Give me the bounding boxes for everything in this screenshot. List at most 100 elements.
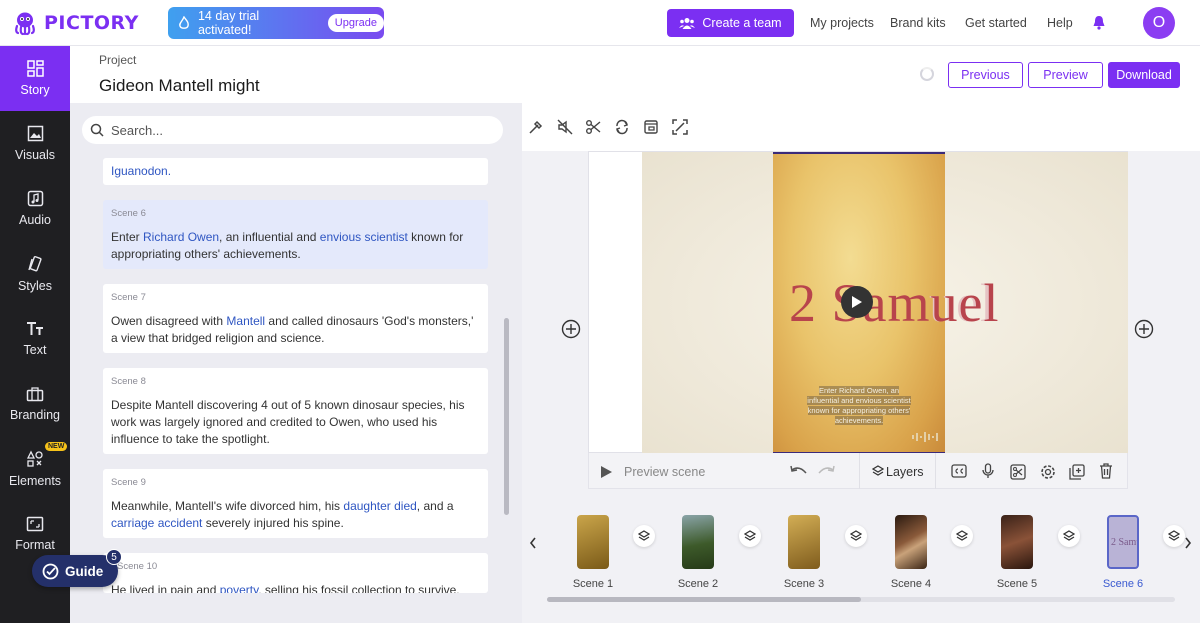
overlay-title[interactable]: 2 Samuel — [789, 272, 999, 334]
highlighted-keyword[interactable]: Iguanodon. — [111, 164, 171, 178]
upgrade-button[interactable]: Upgrade — [327, 14, 384, 32]
story-scrollbar[interactable] — [504, 318, 509, 515]
search-input[interactable]: Search... — [111, 123, 163, 138]
sidebar-label-styles: Styles — [17, 278, 53, 293]
sidebar-item-branding[interactable]: Branding — [0, 371, 70, 436]
scene-layers-button[interactable] — [1163, 525, 1185, 547]
chevron-left-icon[interactable] — [529, 537, 537, 549]
scene-card-8[interactable]: Scene 8 Despite Mantell discovering 4 ou… — [103, 368, 488, 454]
nav-brand-kits[interactable]: Brand kits — [890, 16, 946, 30]
highlighted-keyword[interactable]: Richard Owen — [143, 230, 219, 244]
music-icon — [27, 190, 43, 207]
sidebar-item-audio[interactable]: Audio — [0, 176, 70, 241]
scene-thumbnail-label: Scene 2 — [677, 578, 719, 590]
image-icon — [27, 125, 43, 142]
logo-text: PICTORY — [44, 12, 139, 34]
sidebar-item-story[interactable]: Story — [0, 46, 70, 111]
timeline-scroll-thumb[interactable] — [547, 597, 861, 602]
scene-layers-button[interactable] — [1058, 525, 1080, 547]
sidebar-item-styles[interactable]: Styles — [0, 241, 70, 306]
caption-line: achievements. — [801, 416, 917, 426]
trim-icon[interactable] — [1010, 464, 1026, 480]
download-button[interactable]: Download — [1108, 62, 1180, 88]
scene-thumbnail-5[interactable] — [1001, 515, 1033, 569]
nav-my-projects[interactable]: My projects — [810, 16, 874, 30]
scene-thumbnail-label: Scene 3 — [783, 578, 825, 590]
layers-icon — [956, 530, 968, 541]
highlighted-keyword[interactable]: daughter died — [343, 499, 416, 513]
scene-card-10[interactable]: Scene 10 He lived in pain and poverty, s… — [103, 553, 488, 593]
preview-scene-label[interactable]: Preview scene — [624, 465, 705, 479]
magic-wand-icon[interactable] — [528, 119, 544, 135]
project-title[interactable]: Gideon Mantell might — [99, 76, 260, 96]
divider — [859, 453, 860, 489]
preview-canvas[interactable]: uel 2 Samuel Enter Richard Owen, an infl… — [588, 151, 1128, 454]
preview-button[interactable]: Preview — [1028, 62, 1103, 88]
scene-layers-button[interactable] — [739, 525, 761, 547]
duplicate-icon[interactable] — [643, 119, 659, 135]
mute-icon[interactable] — [557, 119, 573, 135]
scene-card-5[interactable]: Iguanodon. — [103, 158, 488, 185]
nav-help[interactable]: Help — [1047, 16, 1073, 30]
scene-text: Iguanodon. — [111, 163, 481, 180]
scene-layers-button[interactable] — [633, 525, 655, 547]
scene-thumbnail-4[interactable] — [895, 515, 927, 569]
user-avatar[interactable]: O — [1143, 7, 1175, 39]
sidebar-item-text[interactable]: Text — [0, 306, 70, 371]
sidebar-label-story: Story — [20, 83, 50, 97]
chevron-right-icon[interactable] — [1184, 537, 1192, 549]
swap-icon[interactable] — [614, 119, 630, 135]
scene-thumbnail-1[interactable] — [577, 515, 609, 569]
sidebar: Story Visuals Audio Styles Text Branding… — [0, 46, 70, 623]
previous-button[interactable]: Previous — [948, 62, 1023, 88]
highlighted-keyword[interactable]: poverty — [220, 583, 258, 593]
trash-icon[interactable] — [1099, 463, 1113, 479]
caption-text: influential and envious scientist — [807, 396, 911, 405]
play-scene-icon[interactable] — [600, 465, 613, 479]
add-scene-before-icon[interactable] — [561, 319, 581, 339]
caption-line: Enter Richard Owen, an — [801, 386, 917, 396]
sidebar-item-elements[interactable]: NEW Elements — [0, 436, 70, 501]
sidebar-item-visuals[interactable]: Visuals — [0, 111, 70, 176]
scene-thumbnail-2[interactable] — [682, 515, 714, 569]
caption-text: achievements. — [834, 416, 884, 425]
highlighted-keyword[interactable]: Mantell — [226, 314, 265, 328]
scissors-icon[interactable] — [585, 119, 601, 135]
scene-layers-button[interactable] — [951, 525, 973, 547]
scene-card-9[interactable]: Scene 9 Meanwhile, Mantell's wife divorc… — [103, 469, 488, 538]
play-button[interactable] — [841, 286, 873, 318]
layers-icon — [1168, 530, 1180, 541]
scene-text: Owen disagreed with Mantell and called d… — [111, 313, 481, 347]
redo-icon[interactable] — [817, 465, 835, 477]
scene-card-7[interactable]: Scene 7 Owen disagreed with Mantell and … — [103, 284, 488, 353]
highlighted-keyword[interactable]: carriage accident — [111, 516, 202, 530]
scene-text-segment: Owen disagreed with — [111, 314, 227, 328]
fullscreen-icon[interactable] — [672, 119, 688, 135]
sidebar-label-audio: Audio — [19, 213, 51, 227]
play-icon — [852, 296, 862, 308]
bell-icon[interactable] — [1092, 15, 1106, 30]
subtitle-caption[interactable]: Enter Richard Owen, an influential and e… — [801, 386, 917, 426]
styles-icon — [28, 255, 42, 271]
preview-controls: Preview scene Layers — [588, 453, 1128, 489]
settings-icon[interactable] — [1040, 464, 1056, 480]
scene-card-6[interactable]: Scene 6 Enter Richard Owen, an influenti… — [103, 200, 488, 269]
scene-thumbnail-6[interactable]: 2 Samuel — [1107, 515, 1139, 569]
undo-icon[interactable] — [790, 465, 808, 477]
scene-thumbnail-label: Scene 4 — [890, 578, 932, 590]
add-scene-after-icon[interactable] — [1134, 319, 1154, 339]
create-team-button[interactable]: Create a team — [667, 9, 794, 37]
scene-layers-button[interactable] — [845, 525, 867, 547]
flame-icon — [179, 16, 189, 29]
microphone-icon[interactable] — [982, 463, 994, 479]
guide-button[interactable]: Guide — [32, 555, 118, 587]
layers-button[interactable]: Layers — [886, 465, 924, 479]
add-layer-icon[interactable] — [1069, 464, 1085, 480]
highlighted-keyword[interactable]: envious scientist — [320, 230, 408, 244]
scene-thumbnail-3[interactable] — [788, 515, 820, 569]
search-bar[interactable]: Search... — [82, 116, 503, 144]
captions-icon[interactable] — [951, 464, 967, 478]
pictory-logo[interactable]: PICTORY — [12, 8, 139, 38]
nav-get-started[interactable]: Get started — [965, 16, 1027, 30]
layers-icon — [1063, 530, 1075, 541]
